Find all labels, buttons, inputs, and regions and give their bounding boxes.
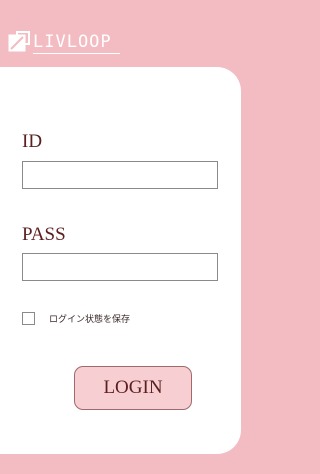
square-corner-icon (8, 31, 30, 52)
remember-login[interactable]: ログイン状態を保存 (22, 312, 130, 325)
pass-label: PASS (22, 224, 66, 245)
remember-checkbox[interactable] (22, 312, 35, 325)
id-label: ID (22, 131, 43, 152)
logo-text: LIVLOOP (33, 31, 120, 54)
login-screen: { "brand": { "logo_text": "LIVLOOP", "lo… (0, 0, 265, 474)
login-button[interactable]: LOGIN (74, 366, 192, 410)
id-field[interactable] (22, 161, 218, 189)
remember-label: ログイン状態を保存 (49, 315, 131, 325)
logo: LIVLOOP (8, 30, 120, 54)
login-panel: ID PASS ログイン状態を保存 LOGIN (0, 67, 241, 454)
password-field[interactable] (22, 253, 218, 281)
